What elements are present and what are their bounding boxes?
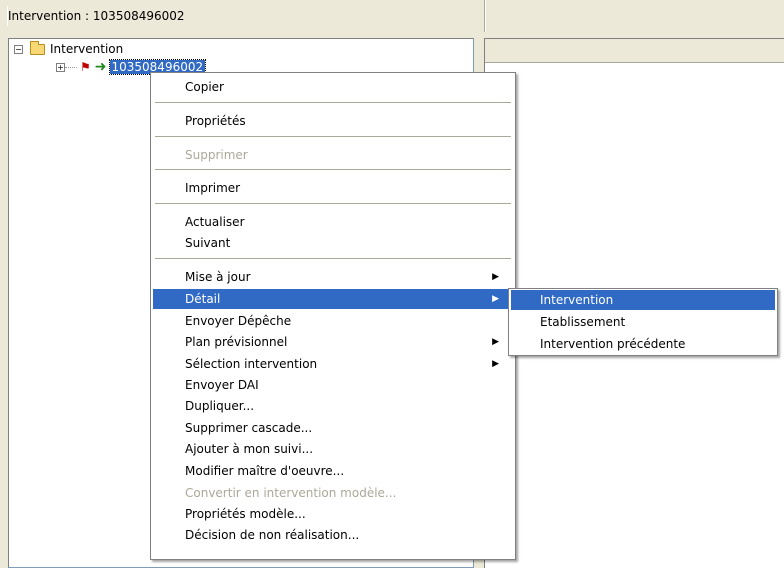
menu-item-envoyer-dai[interactable]: Envoyer DAI xyxy=(153,375,513,395)
menu-separator xyxy=(155,136,511,137)
menu-item-propriétés-modèle[interactable]: Propriétés modèle... xyxy=(153,504,513,524)
menu-item-plan-prévisionnel[interactable]: Plan prévisionnel ▶ xyxy=(153,332,513,352)
collapse-icon[interactable]: − xyxy=(14,44,23,54)
detail-pane-header xyxy=(485,39,784,63)
submenu-arrow-icon: ▶ xyxy=(492,294,499,304)
menu-item-supprimer-cascade[interactable]: Supprimer cascade... xyxy=(153,418,513,438)
menu-item-ajouter-à-mon-suivi[interactable]: Ajouter à mon suivi... xyxy=(153,439,513,459)
menu-item-supprimer: Supprimer xyxy=(185,148,248,162)
detail-submenu: Intervention Etablissement Intervention pr… xyxy=(508,288,778,356)
menu-item-décision-de-non-réalisation[interactable]: Décision de non réalisation... xyxy=(153,525,513,545)
menu-item-copier[interactable]: Copier xyxy=(153,77,513,97)
menu-item-détail[interactable]: Détail ▶ xyxy=(153,289,513,309)
title-bar: Intervention : 103508496002 xyxy=(0,0,484,32)
tree-node-root-label[interactable]: Intervention xyxy=(50,42,123,56)
context-menu: Copier Propriétés Supprimer Imprimer Actuali… xyxy=(150,72,516,560)
arrow-icon: ➜ xyxy=(94,59,107,75)
submenu-arrow-icon: ▶ xyxy=(492,337,499,347)
submenu-arrow-icon: ▶ xyxy=(492,359,499,369)
menu-item-suivant[interactable]: Suivant xyxy=(153,233,513,253)
menu-separator xyxy=(155,258,511,259)
menu-item-envoyer-dépêche[interactable]: Envoyer Dépêche xyxy=(153,311,513,331)
menu-item-convertir-en-intervention-modèle: Convertir en intervention modèle... xyxy=(185,486,397,500)
submenu-arrow-icon: ▶ xyxy=(492,272,499,282)
menu-item-sélection-intervention[interactable]: Sélection intervention ▶ xyxy=(153,354,513,374)
submenu-item-intervention[interactable]: Intervention xyxy=(511,290,775,310)
menu-separator xyxy=(155,102,511,103)
submenu-item-etablissement[interactable]: Etablissement xyxy=(511,312,775,332)
window-title: Intervention : 103508496002 xyxy=(8,9,185,23)
menu-item-dupliquer[interactable]: Dupliquer... xyxy=(153,396,513,416)
pane-splitter[interactable] xyxy=(484,0,486,32)
submenu-item-intervention-précédente[interactable]: Intervention précédente xyxy=(511,334,775,354)
tree-connector xyxy=(65,66,77,68)
menu-item-modifier-maître-d-oeuvre[interactable]: Modifier maître d'oeuvre... xyxy=(153,461,513,481)
menu-item-actualiser[interactable]: Actualiser xyxy=(153,212,513,232)
flag-icon: ⚑ xyxy=(80,60,91,74)
folder-icon xyxy=(30,40,45,55)
menu-item-imprimer[interactable]: Imprimer xyxy=(153,178,513,198)
expand-icon[interactable]: + xyxy=(56,62,65,72)
menu-item-propriétés[interactable]: Propriétés xyxy=(153,111,513,131)
menu-separator xyxy=(155,203,511,204)
menu-separator xyxy=(155,169,511,170)
tree-node-root[interactable]: − Intervention xyxy=(14,40,123,57)
menu-item-mise-à-jour[interactable]: Mise à jour ▶ xyxy=(153,267,513,287)
